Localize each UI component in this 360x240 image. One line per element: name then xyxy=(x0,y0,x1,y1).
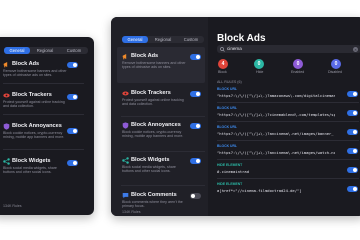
rule-value[interactable]: ^https?:\/\/([^\/]+\.)?ancinema\.net/ima… xyxy=(217,131,335,136)
shield-icon xyxy=(3,123,10,130)
rule-value[interactable]: ^https?:\/\/([^\/]+\.)?cinemablend\.com/… xyxy=(217,112,335,117)
rule-value[interactable]: ^https?:\/\/([^\/]+\.)?amazonaws\.com/di… xyxy=(217,93,335,98)
block-widgets-toggle[interactable] xyxy=(67,160,78,166)
rule-toggle[interactable] xyxy=(347,186,358,192)
rule-type: BLOCK URL xyxy=(217,144,237,148)
block-widgets-toggle[interactable] xyxy=(190,158,201,164)
search-field[interactable]: cinema × xyxy=(217,45,360,53)
segment-custom[interactable]: Custom xyxy=(60,47,88,54)
clear-search-icon[interactable]: × xyxy=(353,46,358,52)
share-icon xyxy=(122,157,129,164)
segment-general[interactable]: General xyxy=(4,47,30,54)
divider xyxy=(121,185,205,186)
segment-regional[interactable]: Regional xyxy=(30,47,60,54)
block-widgets-title[interactable]: Block Widgets xyxy=(131,157,170,163)
shield-icon xyxy=(122,122,129,129)
rule-value[interactable]: a[href*="//cinema.filmdoctrad24.de/"] xyxy=(217,188,335,193)
block-trackers-title[interactable]: Block Trackers xyxy=(131,90,171,96)
hide-count-label: Hide xyxy=(256,70,264,74)
category-segmented-control: General Regional Custom xyxy=(4,47,88,54)
divider xyxy=(121,116,205,117)
block-ads-toggle[interactable] xyxy=(190,54,201,60)
rule-type: BLOCK URL xyxy=(217,106,237,110)
block-ads-desc: Remove bothersome banners and other type… xyxy=(122,61,186,70)
segment-regional[interactable]: Regional xyxy=(148,36,178,43)
divider xyxy=(3,114,84,115)
segment-general[interactable]: General xyxy=(122,36,148,43)
block-widgets-desc: Block social media widgets, share button… xyxy=(122,165,176,174)
rule-toggle[interactable] xyxy=(347,129,358,135)
block-trackers-toggle[interactable] xyxy=(190,91,201,97)
block-comments-toggle[interactable] xyxy=(190,193,201,199)
rule-type: BLOCK URL xyxy=(217,87,237,91)
rules-header: ALL RULES (6) xyxy=(217,80,242,84)
front-window: General Regional Custom Block Ads Remove… xyxy=(111,17,360,216)
disabled-count-badge[interactable]: 0 xyxy=(331,59,341,69)
block-annoyances-desc: Block cookie notices, crypto-currency mi… xyxy=(122,130,184,139)
rule-type: HIDE ELEMENT xyxy=(217,182,243,186)
block-comments-title[interactable]: Block Comments xyxy=(131,192,177,198)
panel-title: Block Ads xyxy=(217,33,266,44)
block-ads-title: Block Ads xyxy=(12,61,40,67)
block-ads-desc: Remove bothersome banners and other type… xyxy=(3,69,67,78)
hide-count-badge[interactable]: 0 xyxy=(254,59,264,69)
rule-value[interactable]: #.cinemaintrad xyxy=(217,169,335,174)
divider xyxy=(217,121,359,122)
megaphone-icon xyxy=(122,54,127,60)
rule-type: BLOCK URL xyxy=(217,125,237,129)
divider xyxy=(121,151,205,152)
block-count-badge[interactable]: 4 xyxy=(218,59,228,69)
block-trackers-desc: Protect yourself against online tracking… xyxy=(3,100,65,109)
rules-count-footer: 134K Rules xyxy=(3,204,22,208)
rules-header-count: (6) xyxy=(237,80,242,84)
divider xyxy=(217,178,359,179)
divider xyxy=(3,149,84,150)
rules-header-label: ALL RULES xyxy=(217,80,237,84)
block-trackers-desc: Protect yourself against online tracking… xyxy=(122,98,184,107)
eye-icon xyxy=(3,93,10,98)
rule-toggle[interactable] xyxy=(347,91,358,97)
eye-icon xyxy=(122,91,129,96)
block-widgets-title: Block Widgets xyxy=(12,158,51,164)
divider xyxy=(3,83,84,84)
rules-count-footer: 134K Rules xyxy=(122,210,141,214)
block-ads-toggle[interactable] xyxy=(67,62,78,68)
back-window: General Regional Custom Block Ads Remove… xyxy=(0,37,94,215)
divider xyxy=(217,140,359,141)
block-trackers-toggle[interactable] xyxy=(67,94,78,100)
category-segmented-control: General Regional Custom xyxy=(122,36,204,43)
block-trackers-title: Block Trackers xyxy=(12,92,52,98)
block-annoyances-title[interactable]: Block Annoyances xyxy=(131,122,181,128)
block-widgets-desc: Block social media widgets, share button… xyxy=(3,166,57,175)
comment-icon xyxy=(122,193,129,199)
divider xyxy=(217,159,359,160)
search-icon xyxy=(220,46,225,52)
share-icon xyxy=(3,158,10,165)
disabled-count-label: Disabled xyxy=(328,70,342,74)
block-annoyances-toggle[interactable] xyxy=(67,128,78,134)
rule-type: HIDE ELEMENT xyxy=(217,163,243,167)
megaphone-icon xyxy=(3,62,8,68)
block-annoyances-desc: Block cookie notices, crypto-currency mi… xyxy=(3,131,65,140)
block-count-label: Block xyxy=(218,70,227,74)
block-annoyances-title: Block Annoyances xyxy=(12,123,62,129)
search-input[interactable]: cinema xyxy=(227,46,242,51)
enabled-count-badge[interactable]: 0 xyxy=(293,59,303,69)
segment-custom[interactable]: Custom xyxy=(178,36,204,43)
rule-toggle[interactable] xyxy=(347,148,358,154)
enabled-count-label: Enabled xyxy=(291,70,305,74)
rule-toggle[interactable] xyxy=(347,167,358,173)
divider xyxy=(217,102,359,103)
rule-toggle[interactable] xyxy=(347,110,358,116)
rule-value[interactable]: ^https?:\/\/([^\/]+\.)?ancinema\.net/ima… xyxy=(217,150,335,155)
block-ads-title[interactable]: Block Ads xyxy=(131,53,158,59)
block-annoyances-toggle[interactable] xyxy=(190,123,201,129)
block-comments-desc: Block comments where they aren't the pri… xyxy=(122,200,183,209)
